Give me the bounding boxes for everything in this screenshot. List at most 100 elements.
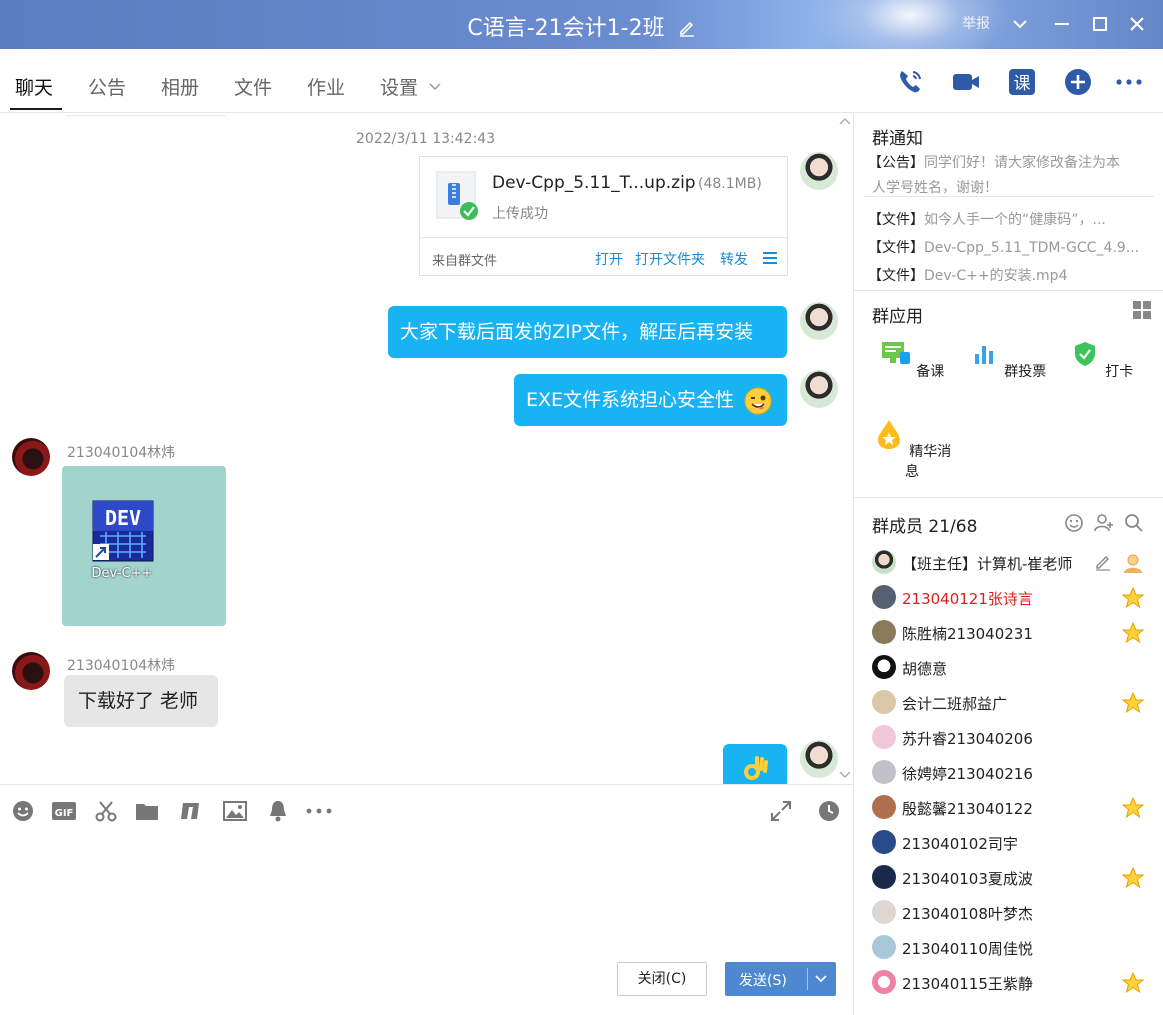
member-list-item[interactable]: 213040110周佳悦 <box>872 933 1152 963</box>
member-list-item[interactable]: 苏升睿213040206 <box>872 723 1152 753</box>
file-notice-line[interactable]: 【文件】Dev-Cpp_5.11_TDM-GCC_4.9... <box>868 237 1139 257</box>
close-icon[interactable] <box>1125 12 1149 36</box>
title-bar[interactable]: C语言-21会计1-2班 举报 <box>0 0 1163 70</box>
avatar <box>872 760 896 784</box>
announcement-line[interactable]: 人学号姓名，谢谢！ <box>872 177 998 197</box>
avatar <box>872 935 896 959</box>
star-icon <box>1122 972 1144 994</box>
member-list-item[interactable]: 213040108叶梦杰 <box>872 898 1152 928</box>
folder-icon[interactable] <box>135 799 159 823</box>
notice-text: 同学们好！请大家修改备注为本 <box>924 155 1120 171</box>
more-icon[interactable] <box>305 799 333 823</box>
member-list-item[interactable]: 213040121张诗言 <box>872 583 1152 613</box>
menu-icon[interactable] <box>762 250 778 266</box>
message-input[interactable] <box>10 835 840 950</box>
notice-tag: 【文件】 <box>868 268 924 284</box>
message-input-area[interactable]: GIF 关闭(C) 发送(S) <box>0 784 853 1015</box>
edit-title-icon[interactable] <box>678 19 696 37</box>
grid-icon[interactable] <box>1132 300 1152 320</box>
app-lesson-prep[interactable]: 备课 <box>872 338 952 381</box>
image-icon[interactable] <box>223 799 247 823</box>
message-bubble[interactable]: 大家下载后面发的ZIP文件，解压后再安装 <box>388 306 787 358</box>
scissors-icon[interactable] <box>94 799 118 823</box>
tab-chat[interactable]: 聊天 <box>15 73 53 100</box>
history-clock-icon[interactable] <box>817 799 841 823</box>
avatar[interactable] <box>800 370 838 408</box>
search-icon[interactable] <box>1124 513 1144 533</box>
lesson-prep-icon <box>881 342 910 364</box>
announcement-line[interactable]: 【公告】同学们好！请大家修改备注为本 <box>868 152 1120 172</box>
expand-window-icon[interactable] <box>769 799 793 823</box>
add-icon[interactable] <box>1062 66 1094 98</box>
maximize-icon[interactable] <box>1088 12 1112 36</box>
minimize-icon[interactable] <box>1050 12 1074 36</box>
member-list-item[interactable]: 会计二班郝益广 <box>872 688 1152 718</box>
gif-icon[interactable]: GIF <box>51 799 77 823</box>
chevron-down-icon <box>429 83 441 91</box>
chevron-down-icon[interactable] <box>813 972 829 986</box>
report-link[interactable]: 举报 <box>962 13 990 33</box>
close-button[interactable]: 关闭(C) <box>617 962 707 996</box>
owner-badge-icon <box>1124 554 1142 573</box>
image-message[interactable]: DEV Dev-C++ <box>62 466 226 626</box>
tab-settings[interactable]: 设置 <box>380 73 442 100</box>
send-button[interactable]: 发送(S) <box>725 962 836 996</box>
member-list-item[interactable]: 徐娉婷213040216 <box>872 758 1152 788</box>
featured-drop-icon <box>877 420 900 449</box>
more-icon[interactable] <box>1113 66 1145 98</box>
file-notice-line[interactable]: 【文件】Dev-C++的安装.mp4 <box>868 265 1067 285</box>
member-list-item[interactable]: 213040115王紫静 <box>872 968 1152 998</box>
class-icon-label: 课 <box>1014 74 1031 94</box>
chat-message-area[interactable]: 2022/3/11 13:42:43 Dev-Cpp_5.11_T...up.z… <box>0 114 853 784</box>
emoji-icon[interactable] <box>11 799 35 823</box>
tab-announcement[interactable]: 公告 <box>88 73 126 100</box>
expand-icon[interactable] <box>838 768 852 782</box>
notice-tag: 【文件】 <box>868 240 924 256</box>
message-timestamp: 2022/3/11 13:42:43 <box>356 131 496 147</box>
app-check-in[interactable]: 打卡 <box>1061 338 1141 381</box>
member-emoji-icon[interactable] <box>1064 513 1084 533</box>
app-group-vote[interactable]: 群投票 <box>967 338 1047 381</box>
tab-album[interactable]: 相册 <box>161 73 199 100</box>
member-list-item[interactable]: 殷懿馨213040122 <box>872 793 1152 823</box>
open-file-link[interactable]: 打开 <box>595 249 623 269</box>
edit-icon[interactable] <box>1094 553 1112 571</box>
class-icon[interactable]: 课 <box>1006 66 1038 98</box>
member-list-item[interactable]: 213040102司宇 <box>872 828 1152 858</box>
avatar[interactable] <box>800 302 838 340</box>
active-tab-underline <box>10 108 62 110</box>
tab-homework[interactable]: 作业 <box>307 73 345 100</box>
file-notice-line[interactable]: 【文件】如今人手一个的“健康码”，... <box>868 209 1106 229</box>
sender-name: 213040104林炜 <box>67 658 176 674</box>
avatar[interactable] <box>800 740 838 778</box>
member-list-item[interactable]: 213040103夏成波 <box>872 863 1152 893</box>
file-message-card[interactable]: Dev-Cpp_5.11_T...up.zip (48.1MB) 上传成功 来自… <box>419 156 788 276</box>
chevron-down-icon[interactable] <box>1008 12 1032 36</box>
image-caption: Dev-C++ <box>91 566 153 581</box>
avatar[interactable] <box>12 652 50 690</box>
add-member-icon[interactable] <box>1094 513 1114 533</box>
file-name: Dev-Cpp_5.11_T...up.zip <box>492 173 696 193</box>
member-list-item[interactable]: 【班主任】计算机-崔老师 <box>872 548 1152 578</box>
app-featured-messages[interactable]: 精华消息 <box>872 418 952 481</box>
forward-link[interactable]: 转发 <box>720 249 748 269</box>
tab-files[interactable]: 文件 <box>234 73 272 100</box>
video-icon[interactable] <box>950 66 982 98</box>
notice-text: Dev-Cpp_5.11_TDM-GCC_4.9... <box>924 240 1140 256</box>
message-bubble[interactable] <box>723 744 787 784</box>
open-folder-link[interactable]: 打开文件夹 <box>635 249 705 269</box>
message-bubble[interactable]: 下载好了 老师 <box>64 675 218 727</box>
notice-text: 如今人手一个的“健康码”，... <box>924 212 1106 228</box>
music-icon[interactable] <box>179 799 203 823</box>
message-bubble[interactable]: EXE文件系统担心安全性 <box>514 374 787 426</box>
member-list-item[interactable]: 胡德意 <box>872 653 1152 683</box>
member-list-item[interactable]: 陈胜楠213040231 <box>872 618 1152 648</box>
window-title-text: C语言-21会计1-2班 <box>467 16 665 41</box>
collapse-icon[interactable] <box>838 114 852 128</box>
sender-name: 213040104林炜 <box>67 445 176 461</box>
avatar[interactable] <box>12 438 50 476</box>
member-name: 殷懿馨213040122 <box>902 800 1033 818</box>
phone-icon[interactable] <box>894 66 926 98</box>
bell-icon[interactable] <box>266 799 290 823</box>
avatar[interactable] <box>800 152 838 190</box>
